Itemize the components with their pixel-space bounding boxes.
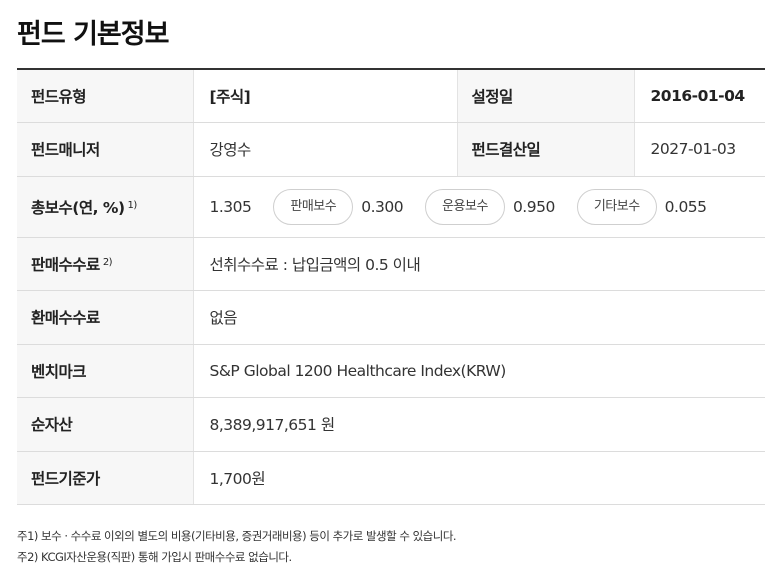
sales-commission-label-cell: 판매수수료 2) xyxy=(17,237,194,291)
manager-label: 펀드매니저 xyxy=(17,122,194,177)
total-fee-value: 1.305 xyxy=(209,197,252,216)
nav-value: 1,700원 xyxy=(193,451,765,505)
page-title: 펀드 기본정보 xyxy=(17,19,169,50)
redemption-fee-label: 환매수수료 xyxy=(17,290,194,345)
fund-type-label: 펀드유형 xyxy=(17,69,194,123)
footnote-ref-2: 2) xyxy=(102,256,113,268)
benchmark-value: S&P Global 1200 Healthcare Index(KRW) xyxy=(193,344,765,398)
sales-fee-value: 0.300 xyxy=(361,197,404,216)
sales-commission-label: 판매수수료 xyxy=(31,255,100,274)
other-fee-badge: 기타보수 xyxy=(576,188,657,225)
management-fee-badge: 운용보수 xyxy=(425,188,505,225)
benchmark-label: 벤치마크 xyxy=(17,344,194,398)
table-row: 총보수(연, %) 1) 1.305 판매보수 0.300 운용보수 0.950 … xyxy=(17,176,765,238)
redemption-fee-value: 없음 xyxy=(193,290,765,345)
table-row: 환매수수료 없음 xyxy=(17,290,765,345)
manager-value: 강영수 xyxy=(193,122,457,177)
settlement-value: 2027-01-03 xyxy=(634,122,765,177)
inception-label: 설정일 xyxy=(456,69,635,123)
fund-type-value: [주식] xyxy=(193,69,457,123)
management-fee-value: 0.950 xyxy=(512,197,555,216)
fund-info-table: 펀드유형 [주식] 설정일 2016-01-04 펀드매니저 강영수 펀드결산일… xyxy=(17,68,765,505)
footnote-ref-1: 1) xyxy=(127,199,138,211)
footnotes: 주1) 보수 · 수수료 이외의 별도의 비용(기타비용, 증권거래비용) 등이… xyxy=(17,526,457,568)
table-row: 판매수수료 2) 선취수수료 : 납입금액의 0.5 이내 xyxy=(17,237,765,291)
sales-commission-value: 선취수수료 : 납입금액의 0.5 이내 xyxy=(193,237,765,291)
table-row: 벤치마크 S&P Global 1200 Healthcare Index(KR… xyxy=(17,344,765,398)
table-row: 펀드유형 [주식] 설정일 2016-01-04 xyxy=(17,69,765,123)
sales-fee-badge: 판매보수 xyxy=(273,188,354,225)
net-assets-value: 8,389,917,651 원 xyxy=(193,397,765,452)
table-row: 펀드매니저 강영수 펀드결산일 2027-01-03 xyxy=(17,122,765,177)
table-row: 펀드기준가 1,700원 xyxy=(17,451,765,505)
settlement-label: 펀드결산일 xyxy=(456,122,635,177)
nav-label: 펀드기준가 xyxy=(17,451,194,505)
total-fee-label-cell: 총보수(연, %) 1) xyxy=(17,176,194,238)
net-assets-label: 순자산 xyxy=(17,397,194,452)
inception-value: 2016-01-04 xyxy=(634,69,765,123)
total-fee-label: 총보수(연, %) xyxy=(31,198,125,217)
footnote-2: 주2) KCGI자산운용(직판) 통해 가입시 판매수수료 없습니다. xyxy=(17,550,292,564)
table-row: 순자산 8,389,917,651 원 xyxy=(17,397,765,452)
other-fee-value: 0.055 xyxy=(664,197,707,216)
total-fee-value-cell: 1.305 판매보수 0.300 운용보수 0.950 기타보수 0.055 xyxy=(193,176,765,238)
footnote-1: 주1) 보수 · 수수료 이외의 별도의 비용(기타비용, 증권거래비용) 등이… xyxy=(17,529,457,543)
